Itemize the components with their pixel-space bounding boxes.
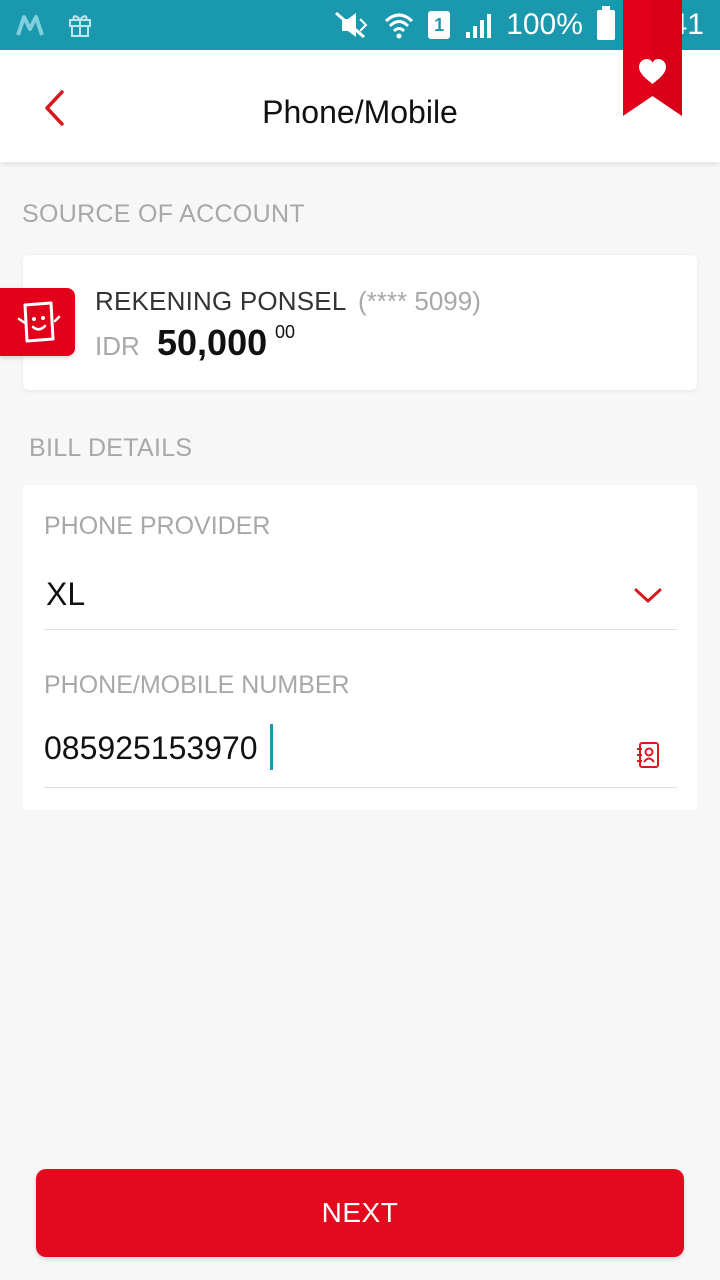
status-bar: 1 100% 18:41	[0, 0, 720, 50]
account-balance-cents: 00	[275, 322, 296, 342]
app-header: Phone/Mobile	[0, 50, 720, 162]
account-number-mask: (**** 5099)	[358, 286, 481, 316]
source-account-label: SOURCE OF ACCOUNT	[22, 200, 305, 228]
status-left-group	[16, 12, 92, 38]
phone-number-label: PHONE/MOBILE NUMBER	[44, 671, 350, 699]
account-name: REKENING PONSEL	[95, 286, 347, 316]
heart-bookmark-icon	[623, 0, 682, 116]
battery-icon	[596, 6, 615, 40]
chevron-down-icon[interactable]	[633, 584, 663, 608]
text-cursor	[270, 724, 273, 770]
signal-icon	[464, 12, 492, 38]
contacts-book-icon[interactable]	[636, 740, 660, 770]
gift-icon	[68, 12, 92, 38]
page-title: Phone/Mobile	[262, 94, 458, 130]
next-button[interactable]: NEXT	[36, 1169, 684, 1257]
phone-provider-select[interactable]: XL	[46, 576, 677, 620]
account-balance: 50,000	[157, 322, 268, 363]
wifi-icon	[384, 11, 414, 39]
rekening-ponsel-logo-icon	[0, 288, 75, 356]
sim-icon: 1	[428, 11, 451, 39]
phone-number-underline	[44, 787, 677, 788]
battery-percent: 100%	[506, 8, 583, 41]
mute-icon	[330, 11, 370, 39]
account-card[interactable]	[23, 255, 697, 390]
bill-details-label: BILL DETAILS	[29, 434, 193, 462]
phone-number-input[interactable]: 085925153970	[44, 730, 624, 774]
m-app-icon	[16, 13, 48, 37]
phone-provider-label: PHONE PROVIDER	[44, 512, 271, 540]
account-currency: IDR	[95, 331, 140, 361]
favorite-bookmark-button[interactable]	[623, 0, 682, 116]
phone-provider-underline	[44, 629, 677, 630]
